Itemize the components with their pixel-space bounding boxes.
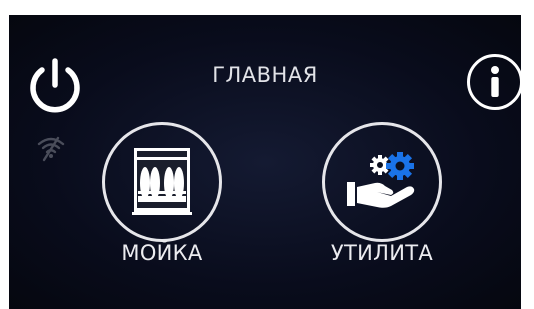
wifi-off-icon xyxy=(36,133,66,163)
info-icon xyxy=(467,54,521,110)
utility-button[interactable] xyxy=(322,122,442,242)
main-screen: ГЛАВНАЯ МОЙКА УТИЛИТА xyxy=(9,15,521,309)
info-button[interactable] xyxy=(465,52,521,112)
wash-button[interactable] xyxy=(102,122,222,242)
dishwasher-icon xyxy=(132,148,192,215)
utility-label: УТИЛИТА xyxy=(330,241,434,265)
wash-label: МОЙКА xyxy=(121,241,203,265)
page-title: ГЛАВНАЯ xyxy=(212,63,318,87)
hand-gears-icon xyxy=(347,152,415,208)
